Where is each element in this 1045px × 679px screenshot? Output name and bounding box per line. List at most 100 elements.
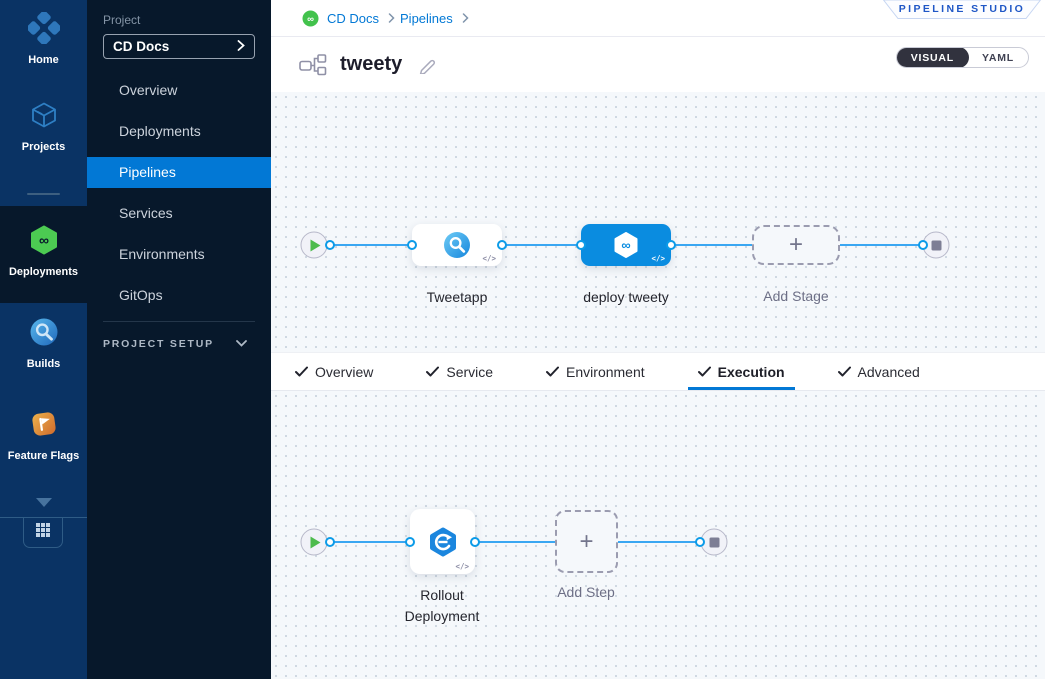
sidebar-item-services[interactable]: Services (87, 198, 271, 229)
tab-service[interactable]: Service (426, 353, 493, 390)
execution-start-node (301, 529, 328, 556)
pipeline-graph-icon (299, 54, 327, 76)
connector-dot (405, 537, 415, 547)
rail-label: Builds (0, 358, 87, 370)
sidebar-item-environments[interactable]: Environments (87, 239, 271, 270)
feature-flags-icon (28, 427, 60, 444)
sidebar-menu: Overview Deployments Pipelines Services … (87, 75, 271, 311)
rail-label: Projects (0, 141, 87, 153)
sidebar-item-overview[interactable]: Overview (87, 75, 271, 106)
tab-execution[interactable]: Execution (698, 353, 785, 390)
add-step-button[interactable]: + (555, 510, 618, 573)
svg-text:∞: ∞ (39, 232, 49, 248)
badge-label: PIPELINE STUDIO (883, 0, 1041, 19)
sidebar-item-gitops[interactable]: GitOps (87, 280, 271, 311)
rail-label: Home (0, 54, 87, 66)
add-stage-label: Add Stage (763, 288, 828, 304)
project-name: CD Docs (113, 39, 169, 54)
connector-dot (918, 240, 928, 250)
check-icon (546, 366, 559, 377)
rolling-deployment-icon (428, 527, 458, 557)
play-icon (311, 239, 321, 251)
stage-config-tabs: Overview Service Environment Execution A… (271, 352, 1045, 391)
rail-item-builds[interactable]: Builds (0, 316, 87, 370)
pipeline-studio-badge: PIPELINE STUDIO (883, 0, 1041, 19)
rail-label: Feature Flags (0, 450, 87, 462)
stage-label-deploy-tweety: deploy tweety (583, 289, 669, 305)
project-setup-label: PROJECT SETUP (103, 338, 214, 350)
ci-builds-icon (28, 335, 60, 352)
execution-canvas: </> + Rollout Deployment Add Step (271, 391, 1045, 679)
harness-home-icon (28, 31, 60, 48)
stage-label-tweetapp: Tweetapp (427, 289, 488, 305)
breadcrumb-link-pipelines[interactable]: Pipelines (400, 11, 453, 26)
breadcrumb-link-project[interactable]: CD Docs (327, 11, 379, 26)
connector-dot (497, 240, 507, 250)
visual-toggle-button[interactable]: VISUAL (896, 47, 969, 68)
connector-dot (470, 537, 480, 547)
project-label: Project (103, 13, 271, 27)
svg-text:∞: ∞ (307, 14, 314, 25)
step-label-rollout-deployment: Rollout Deployment (387, 585, 497, 627)
project-sidebar: Project CD Docs Overview Deployments Pip… (87, 0, 271, 679)
pipeline-studio-main: PIPELINE STUDIO ∞ CD Docs Pipelines twe (271, 0, 1045, 679)
project-setup-toggle[interactable]: PROJECT SETUP (87, 338, 271, 350)
cube-icon (28, 118, 60, 135)
code-glyph: </> (651, 254, 665, 263)
check-icon (838, 366, 851, 377)
chevron-right-icon (388, 13, 395, 23)
rail-item-home[interactable]: Home (0, 12, 87, 66)
connector-dot (325, 240, 335, 250)
rail-expand-chevron[interactable] (0, 494, 87, 512)
connector-dot (695, 537, 705, 547)
rail-item-deployments[interactable]: ∞ Deployments (0, 206, 87, 303)
stage-node-deploy-tweety[interactable]: ∞ </> (581, 224, 671, 266)
add-step-label: Add Step (557, 584, 615, 600)
module-switcher-button[interactable] (23, 517, 63, 548)
deploy-stage-icon: ∞ (612, 231, 640, 259)
stage-canvas: </> ∞ </> + Tweetapp deploy tweety Add S… (271, 92, 1045, 352)
pipeline-name: tweety (340, 53, 402, 76)
flow-connector-line (314, 541, 714, 543)
rail-item-projects[interactable]: Projects (0, 99, 87, 153)
chevron-right-icon (237, 39, 245, 54)
code-glyph: </> (455, 562, 469, 571)
connector-dot (666, 240, 676, 250)
connector-dot (576, 240, 586, 250)
chevron-right-icon (462, 13, 469, 23)
check-icon (295, 366, 308, 377)
sidebar-item-pipelines[interactable]: Pipelines (87, 157, 271, 188)
check-icon (426, 366, 439, 377)
tab-advanced[interactable]: Advanced (838, 353, 920, 390)
cd-module-icon: ∞ (302, 10, 319, 27)
check-icon (698, 366, 711, 377)
yaml-toggle-button[interactable]: YAML (968, 47, 1028, 68)
stop-icon (931, 240, 941, 250)
chevron-down-icon (36, 494, 52, 511)
plus-icon: + (789, 233, 803, 257)
grid-icon (35, 522, 51, 543)
plus-icon: + (579, 530, 593, 554)
add-stage-button[interactable]: + (752, 225, 840, 265)
build-stage-icon (443, 231, 471, 259)
module-rail: Home Projects ∞ Deployments (0, 0, 87, 679)
sidebar-divider (103, 321, 255, 322)
pipeline-start-node (301, 232, 328, 259)
connector-dot (325, 537, 335, 547)
cd-deployments-icon: ∞ (28, 243, 60, 260)
chevron-down-icon (236, 338, 247, 350)
visual-yaml-toggle: VISUAL YAML (896, 47, 1029, 68)
tab-environment[interactable]: Environment (546, 353, 645, 390)
stop-icon (709, 537, 719, 547)
stage-node-tweetapp[interactable]: </> (412, 224, 502, 266)
edit-pencil-icon[interactable] (418, 55, 437, 74)
rail-item-feature-flags[interactable]: Feature Flags (0, 408, 87, 462)
code-glyph: </> (482, 254, 496, 263)
sidebar-item-deployments[interactable]: Deployments (87, 116, 271, 147)
connector-dot (407, 240, 417, 250)
project-selector[interactable]: CD Docs (103, 34, 255, 59)
tab-overview[interactable]: Overview (295, 353, 373, 390)
svg-text:∞: ∞ (621, 238, 630, 253)
play-icon (311, 536, 321, 548)
step-node-rollout-deployment[interactable]: </> (410, 509, 475, 574)
